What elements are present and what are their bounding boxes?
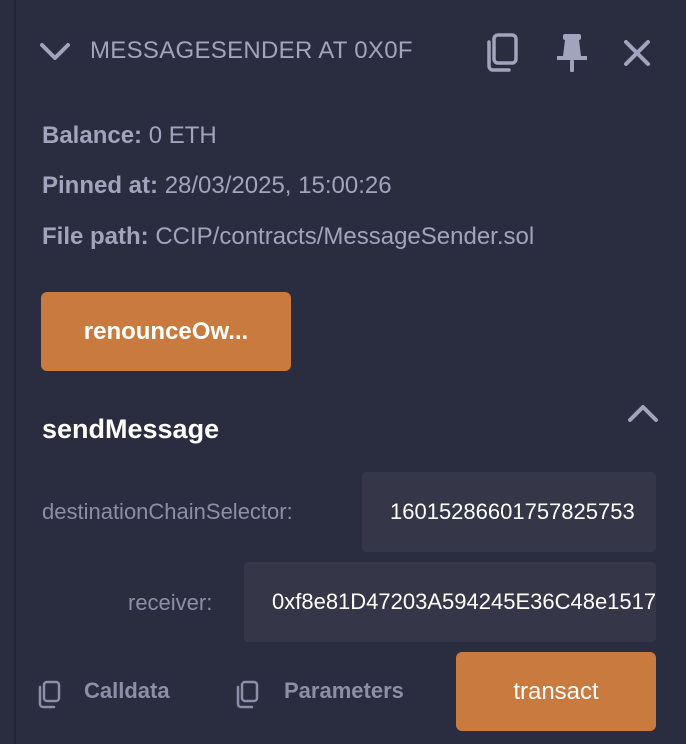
function-name: sendMessage bbox=[42, 414, 220, 444]
calldata-button[interactable]: Calldata bbox=[84, 678, 170, 704]
chevron-up-icon[interactable] bbox=[626, 400, 660, 424]
receiver-label: receiver: bbox=[128, 590, 213, 615]
contract-header: MESSAGESENDER AT 0X0F bbox=[16, 0, 686, 106]
contract-panel: MESSAGESENDER AT 0X0F Balance: 0 ETH Pin… bbox=[14, 0, 686, 744]
balance-label: Balance: bbox=[42, 122, 143, 149]
copy-icon[interactable] bbox=[482, 32, 520, 74]
close-icon[interactable] bbox=[620, 32, 654, 74]
filepath-row: File path: CCIP/contracts/MessageSender.… bbox=[42, 223, 534, 251]
copy-icon[interactable] bbox=[234, 680, 260, 710]
pinned-label: Pinned at: bbox=[42, 172, 159, 199]
balance-row: Balance: 0 ETH bbox=[42, 122, 217, 150]
pinned-row: Pinned at: 28/03/2025, 15:00:26 bbox=[42, 172, 392, 200]
balance-value: 0 ETH bbox=[148, 122, 217, 149]
renounce-ownership-button[interactable]: renounceOw... bbox=[41, 292, 291, 371]
destination-chain-selector-label: destinationChainSelector: bbox=[42, 499, 293, 524]
filepath-value: CCIP/contracts/MessageSender.sol bbox=[155, 223, 535, 250]
contract-title[interactable]: MESSAGESENDER AT 0X0F bbox=[90, 37, 413, 65]
destination-chain-selector-input[interactable]: 16015286601757825753 bbox=[362, 472, 656, 552]
pinned-value: 28/03/2025, 15:00:26 bbox=[164, 172, 392, 199]
pin-icon[interactable] bbox=[554, 32, 590, 74]
parameters-button[interactable]: Parameters bbox=[284, 678, 404, 704]
receiver-input[interactable]: 0xf8e81D47203A594245E36C48e151709F0C19fB… bbox=[244, 562, 656, 642]
filepath-label: File path: bbox=[42, 223, 149, 250]
copy-icon[interactable] bbox=[36, 680, 62, 710]
transact-button[interactable]: transact bbox=[456, 652, 656, 731]
chevron-down-icon[interactable] bbox=[38, 38, 72, 66]
